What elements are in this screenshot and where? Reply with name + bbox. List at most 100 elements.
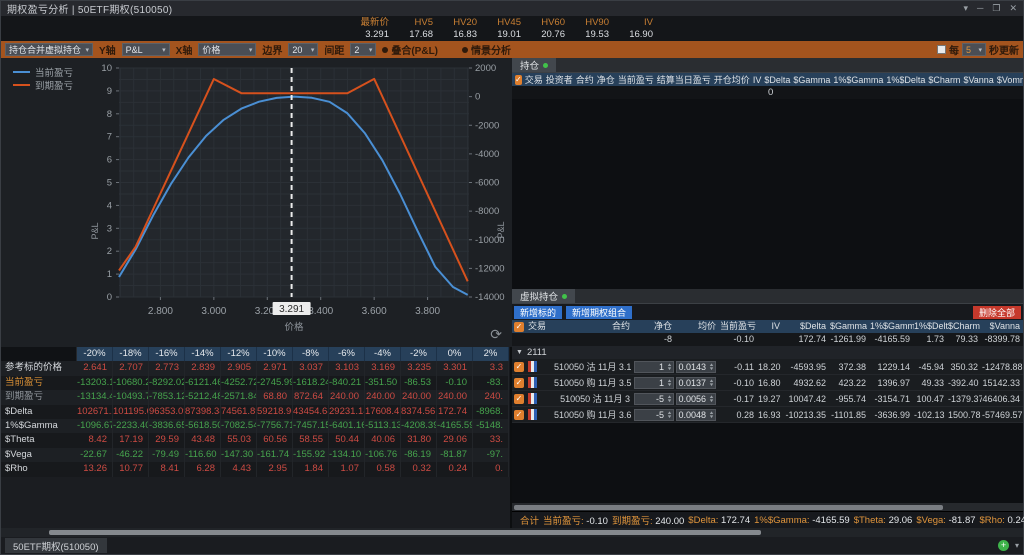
virtual-group-row[interactable]: ▼ 2111	[512, 346, 1023, 359]
positions-col-header[interactable]: 投资者	[546, 73, 573, 86]
price-stepper[interactable]: 0.0048▲▼	[676, 409, 716, 421]
select-all-checkbox[interactable]: ✓	[515, 75, 522, 85]
minimize-icon[interactable]: ─	[977, 1, 983, 16]
positions-col-header[interactable]: 交易	[525, 73, 543, 86]
maximize-icon[interactable]: ❐	[992, 1, 1000, 16]
row-checkbox[interactable]: ✓	[514, 362, 524, 372]
trade-flag-icon[interactable]	[528, 409, 537, 420]
chevron-down-icon[interactable]: ▾	[1015, 541, 1019, 550]
pnl-chart[interactable]: 当前盈亏到期盈亏 01234567891020000-2000-4000-600…	[1, 58, 510, 347]
stepper-arrows[interactable]: ▲▼	[708, 395, 715, 403]
virtual-col-header[interactable]: $Gamma	[830, 320, 870, 333]
trade-flag-icon[interactable]	[528, 377, 537, 388]
tab-50etf-option[interactable]: 50ETF期权(510050)	[5, 538, 107, 553]
virtual-col-header[interactable]: 均价	[676, 320, 720, 333]
add-tab-icon[interactable]: +	[998, 540, 1009, 551]
positions-col-header[interactable]: 1%$Delta	[886, 75, 925, 85]
stepper-arrows[interactable]: ▲▼	[708, 411, 715, 419]
virtual-table-hscrollbar[interactable]	[512, 503, 1023, 511]
overlay-radio[interactable]: 叠合(P&L)	[382, 42, 438, 57]
virtual-col-header[interactable]: 交易	[526, 320, 554, 333]
delete-all-button[interactable]: 删除全部	[973, 306, 1021, 319]
add-option-combo-button[interactable]: 新增期权组合	[566, 306, 632, 319]
stepper-arrows[interactable]: ▲▼	[708, 379, 715, 387]
virtual-position-row[interactable]: ✓510050 购 11月 3.6-5▲▼0.0048▲▼0.2816.93-1…	[512, 407, 1023, 423]
positions-col-header[interactable]: 净仓	[597, 73, 615, 86]
quantity-stepper[interactable]: -5▲▼	[634, 393, 674, 405]
positions-col-header[interactable]: $Vomma	[997, 75, 1023, 85]
positions-col-header[interactable]: $Gamma	[793, 75, 830, 85]
virtual-col-header[interactable]: 净仓	[634, 320, 676, 333]
quantity-stepper[interactable]: -5▲▼	[634, 409, 674, 421]
add-underlying-button[interactable]: 新增标的	[514, 306, 562, 319]
scenario-col-header[interactable]: 2%	[473, 347, 509, 361]
scenario-col-header[interactable]: -10%	[257, 347, 293, 361]
virtual-col-header[interactable]: $Charm	[948, 320, 982, 333]
scenario-col-header[interactable]: -16%	[149, 347, 185, 361]
positions-col-header[interactable]: 结算当日盈亏	[657, 73, 711, 86]
scenario-col-header[interactable]: -18%	[113, 347, 149, 361]
price-stepper[interactable]: 0.0137▲▼	[676, 377, 716, 389]
positions-col-header[interactable]: $Delta	[764, 75, 790, 85]
menu-caret-icon[interactable]: ▾	[963, 1, 968, 16]
tab-positions[interactable]: 持仓	[512, 58, 556, 72]
quantity-stepper[interactable]: 1▲▼	[634, 361, 674, 373]
refresh-icon[interactable]: ⟳	[490, 326, 502, 343]
virtual-col-header[interactable]: 合约	[554, 320, 634, 333]
price-stepper[interactable]: 0.0143▲▼	[676, 361, 716, 373]
row-checkbox[interactable]: ✓	[514, 378, 524, 388]
virtual-col-header[interactable]: $Vanna	[982, 320, 1024, 333]
scenario-col-header[interactable]: -12%	[221, 347, 257, 361]
positions-col-header[interactable]: IV	[753, 75, 762, 85]
positions-col-header[interactable]: $Charm	[928, 75, 960, 85]
positions-col-header[interactable]: $Vanna	[963, 75, 993, 85]
close-icon[interactable]: ✕	[1009, 1, 1017, 16]
scenario-col-header[interactable]: -14%	[185, 347, 221, 361]
virtual-col-header[interactable]: ✓	[512, 320, 526, 333]
scenario-col-header[interactable]: -20%	[77, 347, 113, 361]
scenario-col-header[interactable]: -4%	[365, 347, 401, 361]
collapse-icon[interactable]: ▼	[516, 349, 523, 356]
virtual-col-header[interactable]: 1%$Gamma	[870, 320, 914, 333]
virtual-col-header[interactable]: 1%$Delta	[914, 320, 948, 333]
virtual-col-header[interactable]: IV	[758, 320, 784, 333]
scenario-col-header[interactable]: -6%	[329, 347, 365, 361]
row-checkbox[interactable]: ✓	[514, 394, 524, 404]
positions-col-header[interactable]: 当前盈亏	[618, 73, 654, 86]
stepper-arrows[interactable]: ▲▼	[708, 363, 715, 371]
interval-select[interactable]: 2▾	[350, 43, 376, 56]
virtual-position-row[interactable]: ✓510050 购 11月 3.51▲▼0.0137▲▼-0.1016.8049…	[512, 375, 1023, 391]
scenario-col-header[interactable]: -8%	[293, 347, 329, 361]
update-interval-select[interactable]: 5▾	[962, 43, 986, 56]
auto-update-checkbox[interactable]	[937, 45, 946, 54]
stepper-arrows[interactable]: ▲▼	[666, 363, 673, 371]
y-axis-select[interactable]: P&L▾	[122, 43, 170, 56]
scenario-radio[interactable]: 情景分析	[462, 42, 511, 57]
scenario-corner-cell	[1, 347, 77, 361]
select-all-checkbox[interactable]: ✓	[514, 322, 524, 332]
positions-col-header[interactable]: 合约	[576, 73, 594, 86]
quantity-stepper[interactable]: 1▲▼	[634, 377, 674, 389]
row-checkbox[interactable]: ✓	[514, 410, 524, 420]
stepper-arrows[interactable]: ▲▼	[666, 395, 673, 403]
scenario-col-header[interactable]: -2%	[401, 347, 437, 361]
virtual-col-header[interactable]: 当前盈亏	[720, 320, 758, 333]
boundary-select[interactable]: 20▾	[288, 43, 318, 56]
x-axis-select[interactable]: 价格▾	[198, 43, 256, 56]
virtual-col-header[interactable]: $Delta	[784, 320, 830, 333]
positions-col-header[interactable]: 开仓均价	[714, 73, 750, 86]
tab-virtual-positions[interactable]: 虚拟持仓	[512, 289, 575, 303]
stepper-arrows[interactable]: ▲▼	[666, 379, 673, 387]
window-hscrollbar[interactable]	[1, 528, 1023, 537]
scenario-cell: 2.971	[257, 361, 293, 375]
virtual-position-row[interactable]: ✓510050 沽 11月 3-5▲▼0.0056▲▼-0.1719.27100…	[512, 391, 1023, 407]
price-stepper[interactable]: 0.0056▲▼	[676, 393, 716, 405]
positions-col-header[interactable]: 1%$Gamma	[833, 75, 883, 85]
svg-text:3.800: 3.800	[415, 306, 440, 317]
trade-flag-icon[interactable]	[528, 361, 537, 372]
stepper-arrows[interactable]: ▲▼	[666, 411, 673, 419]
position-mode-select[interactable]: 持仓合并虚拟持仓▾	[5, 43, 93, 56]
scenario-col-header[interactable]: 0%	[437, 347, 473, 361]
virtual-position-row[interactable]: ✓510050 沽 11月 3.11▲▼0.0143▲▼-0.1118.20-4…	[512, 359, 1023, 375]
trade-flag-icon[interactable]	[528, 393, 537, 404]
